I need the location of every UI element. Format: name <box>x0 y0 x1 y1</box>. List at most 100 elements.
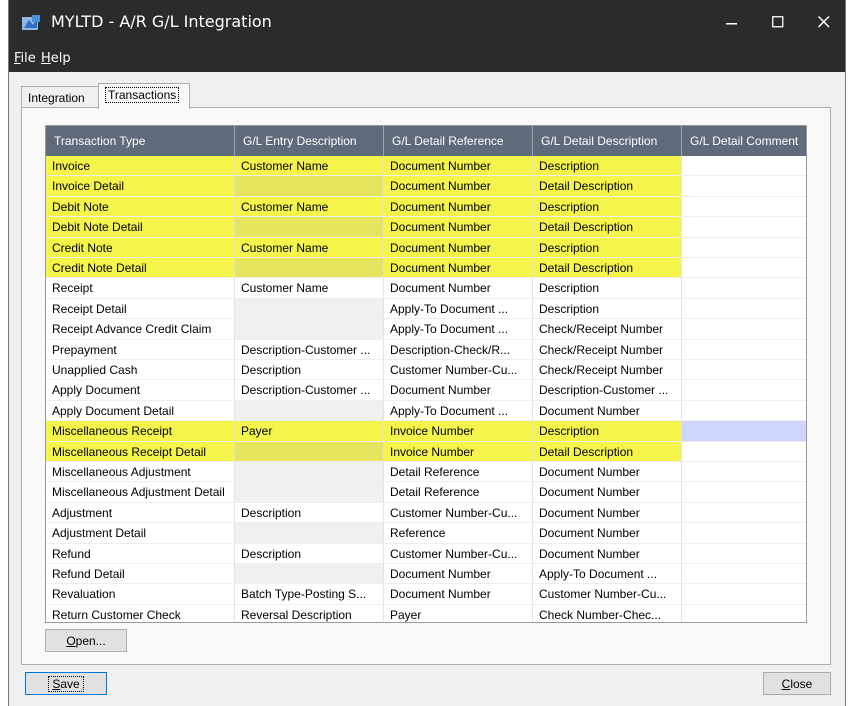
table-cell[interactable]: Miscellaneous Receipt Detail <box>46 441 235 462</box>
table-cell[interactable]: Document Number <box>533 400 682 422</box>
table-cell[interactable]: Description <box>533 298 682 320</box>
table-cell[interactable] <box>682 258 806 279</box>
table-cell[interactable]: Batch Type-Posting S... <box>235 584 384 605</box>
table-row[interactable]: Debit Note Customer Name Document Number De… <box>46 196 806 218</box>
table-cell[interactable]: Customer Number-Cu... <box>384 543 533 564</box>
table-cell[interactable] <box>682 421 806 442</box>
table-cell[interactable] <box>682 380 806 401</box>
table-cell[interactable]: Check/Receipt Number <box>533 319 682 340</box>
table-row[interactable]: Invoice Customer Name Document Number Descr… <box>46 156 806 177</box>
table-cell[interactable] <box>235 462 384 483</box>
table-cell[interactable] <box>682 442 806 462</box>
table-cell[interactable]: Document Number <box>533 523 682 544</box>
table-cell[interactable]: Check/Receipt Number <box>533 360 682 381</box>
table-cell[interactable]: Document Number <box>533 502 682 524</box>
table-cell[interactable]: Detail Description <box>533 441 682 462</box>
table-row[interactable]: Adjustment Description Customer Number-Cu.… <box>46 502 806 524</box>
table-cell[interactable] <box>682 360 806 381</box>
table-cell[interactable] <box>235 217 384 238</box>
table-row[interactable]: Adjustment Detail Reference Document Numbe… <box>46 523 806 544</box>
title-bar[interactable]: MYLTD - A/R G/L Integration <box>9 0 845 44</box>
table-cell[interactable] <box>682 564 806 585</box>
table-cell[interactable]: Document Number <box>533 543 682 564</box>
table-cell[interactable]: Refund Detail <box>46 564 235 585</box>
table-cell[interactable]: Credit Note Detail <box>46 258 235 279</box>
table-cell[interactable]: Document Number <box>384 258 533 279</box>
table-cell[interactable]: Invoice Number <box>384 441 533 462</box>
table-cell[interactable]: Description-Customer ... <box>533 380 682 401</box>
table-cell[interactable] <box>682 340 806 360</box>
table-row[interactable]: Miscellaneous Receipt Payer Invoice Number… <box>46 421 806 442</box>
table-cell[interactable] <box>682 278 806 299</box>
table-cell[interactable]: Detail Description <box>533 176 682 197</box>
table-cell[interactable]: Debit Note Detail <box>46 217 235 238</box>
table-cell[interactable] <box>682 503 806 524</box>
table-cell[interactable]: Document Number <box>384 156 533 177</box>
table-cell[interactable]: Apply-To Document ... <box>533 564 682 585</box>
table-cell[interactable] <box>682 523 806 544</box>
open-button[interactable]: Open... <box>45 629 127 652</box>
table-cell[interactable]: Revaluation <box>46 584 235 605</box>
maximize-button[interactable] <box>755 0 801 44</box>
table-row[interactable]: Miscellaneous Adjustment Detail Reference… <box>46 462 806 483</box>
table-row[interactable]: Revaluation Batch Type-Posting S... Docume… <box>46 584 806 605</box>
column-header-transaction-type[interactable]: Transaction Type <box>46 126 235 156</box>
table-row[interactable]: Debit Note Detail Document Number Detail D… <box>46 217 806 238</box>
table-cell[interactable]: Document Number <box>533 482 682 503</box>
table-cell[interactable]: Miscellaneous Receipt <box>46 421 235 442</box>
table-cell[interactable]: Reference <box>384 523 533 544</box>
table-cell[interactable]: Document Number <box>384 196 533 218</box>
table-cell[interactable] <box>682 544 806 564</box>
table-cell[interactable]: Document Number <box>384 237 533 258</box>
column-header-gl-entry-description[interactable]: G/L Entry Description <box>235 126 384 156</box>
table-cell[interactable]: Description-Customer ... <box>235 380 384 401</box>
table-cell[interactable]: Description <box>235 360 384 381</box>
table-cell[interactable] <box>682 156 806 177</box>
table-cell[interactable] <box>682 401 806 422</box>
table-cell[interactable]: Customer Name <box>235 237 384 258</box>
table-cell[interactable]: Document Number <box>533 462 682 483</box>
table-cell[interactable]: Apply-To Document ... <box>384 298 533 320</box>
table-cell[interactable]: Adjustment <box>46 502 235 524</box>
table-cell[interactable]: Customer Number-Cu... <box>533 584 682 605</box>
table-cell[interactable]: Reversal Description <box>235 604 384 622</box>
table-cell[interactable]: Payer <box>384 604 533 622</box>
table-cell[interactable] <box>682 482 806 503</box>
table-cell[interactable]: Unapplied Cash <box>46 360 235 381</box>
table-cell[interactable]: Document Number <box>384 217 533 238</box>
table-cell[interactable] <box>235 523 384 544</box>
table-cell[interactable]: Description <box>533 196 682 218</box>
table-cell[interactable] <box>682 197 806 218</box>
table-cell[interactable] <box>235 441 384 462</box>
table-cell[interactable]: Miscellaneous Adjustment <box>46 462 235 483</box>
table-row[interactable]: Miscellaneous Adjustment Detail Detail Re… <box>46 482 806 503</box>
table-row[interactable]: Prepayment Description-Customer ... Descri… <box>46 339 806 360</box>
table-cell[interactable]: Refund <box>46 543 235 564</box>
table-cell[interactable]: Apply-To Document ... <box>384 319 533 340</box>
menu-file[interactable]: File <box>14 51 36 66</box>
table-row[interactable]: Miscellaneous Receipt Detail Invoice Numb… <box>46 441 806 462</box>
table-cell[interactable]: Apply Document Detail <box>46 400 235 422</box>
column-header-gl-detail-description[interactable]: G/L Detail Description <box>533 126 682 156</box>
table-cell[interactable] <box>235 400 384 422</box>
table-cell[interactable]: Receipt Advance Credit Claim <box>46 319 235 340</box>
table-cell[interactable] <box>235 258 384 279</box>
table-row[interactable]: Refund Description Customer Number-Cu... Do… <box>46 543 806 564</box>
table-row[interactable]: Invoice Detail Document Number Detail Desc… <box>46 176 806 197</box>
table-cell[interactable]: Description <box>533 156 682 177</box>
table-cell[interactable] <box>682 238 806 258</box>
table-cell[interactable]: Apply-To Document ... <box>384 400 533 422</box>
table-cell[interactable]: Miscellaneous Adjustment Detail <box>46 482 235 503</box>
table-cell[interactable]: Description <box>235 543 384 564</box>
table-cell[interactable]: Debit Note <box>46 196 235 218</box>
table-cell[interactable]: Customer Name <box>235 156 384 177</box>
column-header-gl-detail-comment[interactable]: G/L Detail Comment <box>682 126 806 156</box>
table-cell[interactable]: Customer Name <box>235 278 384 299</box>
table-cell[interactable]: Return Customer Check <box>46 604 235 622</box>
table-row[interactable]: Receipt Detail Apply-To Document ... Descr… <box>46 298 806 320</box>
table-row[interactable]: Receipt Advance Credit Claim Apply-To Doc… <box>46 319 806 340</box>
table-cell[interactable]: Detail Description <box>533 217 682 238</box>
table-cell[interactable] <box>235 319 384 340</box>
table-cell[interactable]: Document Number <box>384 564 533 585</box>
table-cell[interactable]: Customer Number-Cu... <box>384 502 533 524</box>
